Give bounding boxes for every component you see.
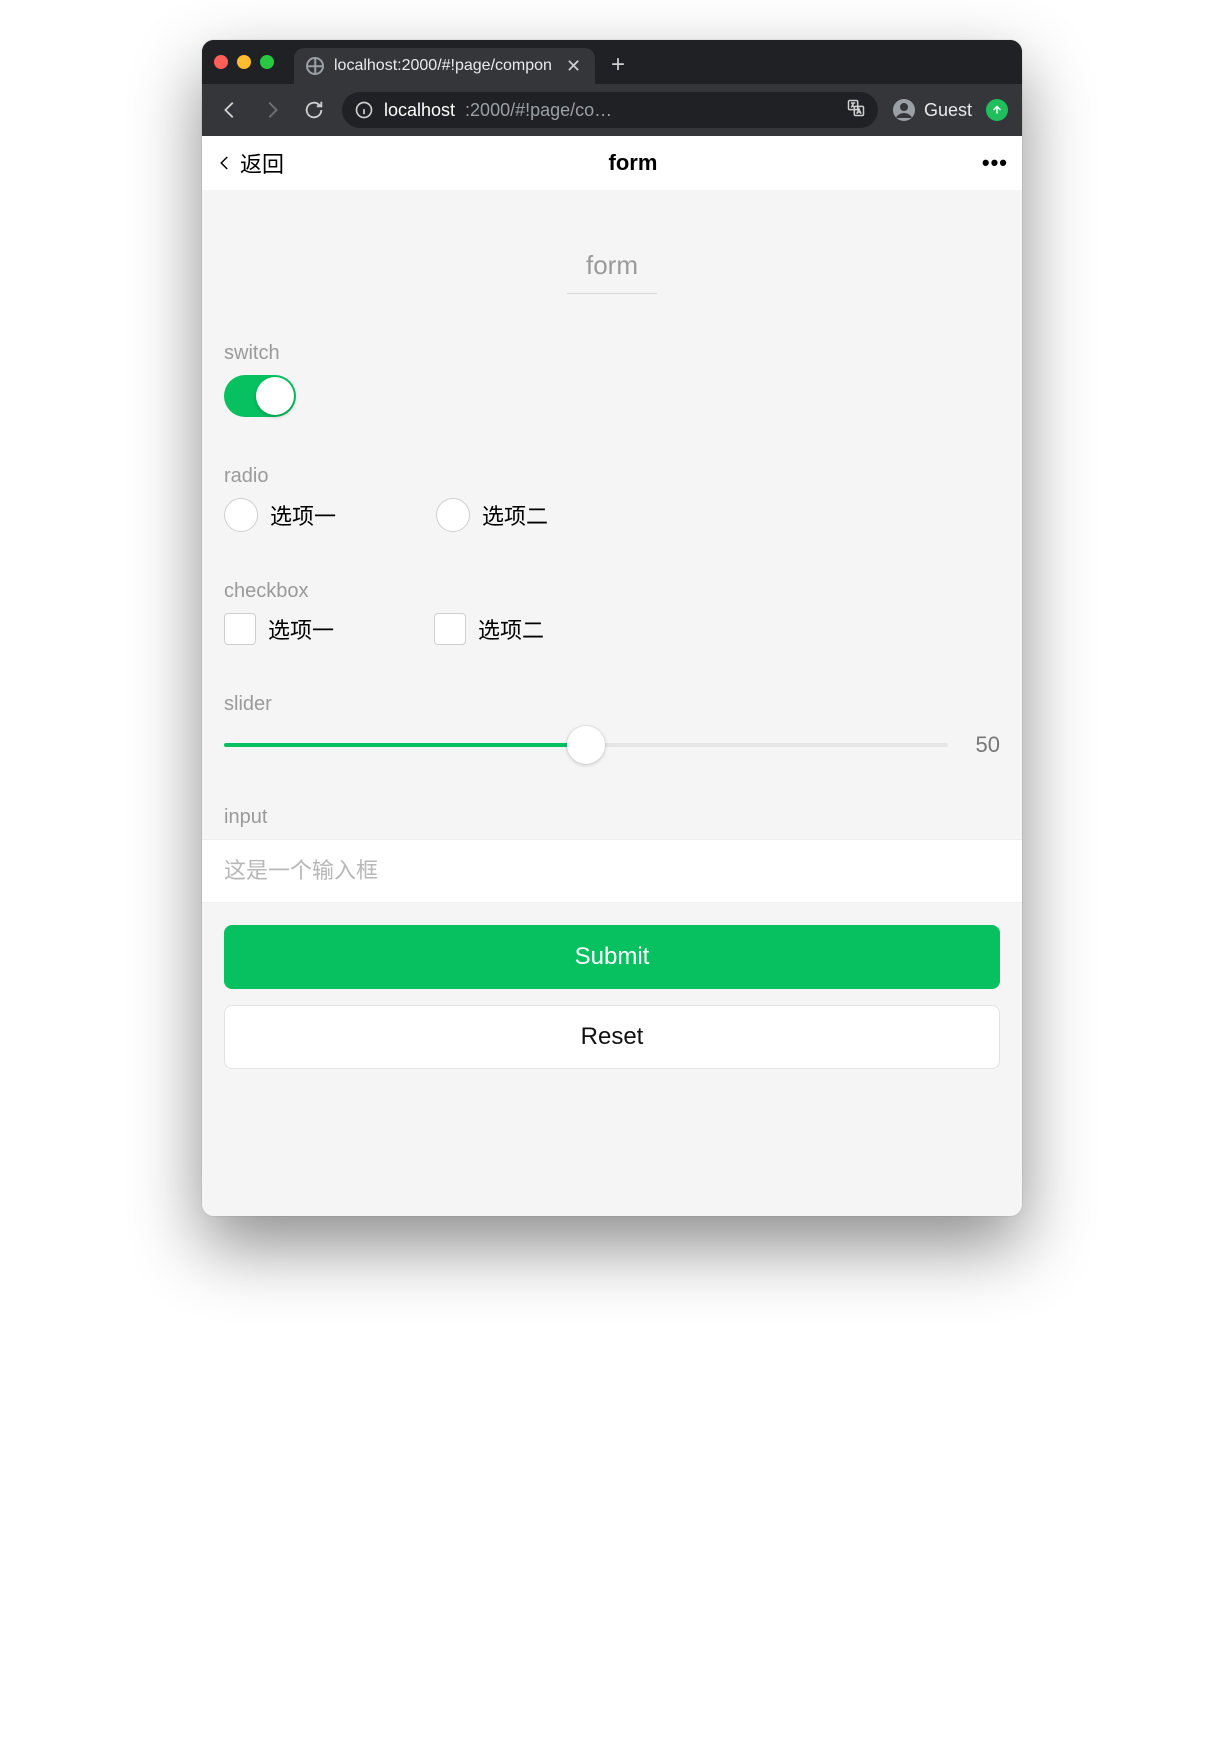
reload-button[interactable] bbox=[300, 99, 328, 121]
slider-section: slider 50 bbox=[202, 693, 1022, 758]
slider-fill bbox=[224, 743, 586, 747]
navbar-back-button[interactable]: 返回 bbox=[216, 147, 284, 179]
url-host: localhost bbox=[384, 100, 455, 121]
extension-icon[interactable] bbox=[986, 99, 1008, 121]
navbar-more-icon[interactable]: ••• bbox=[982, 150, 1008, 176]
traffic-close-icon[interactable] bbox=[214, 55, 228, 69]
radio-option-label: 选项二 bbox=[482, 499, 548, 531]
profile-label: Guest bbox=[924, 100, 972, 121]
switch-section: switch bbox=[202, 342, 1022, 417]
text-input[interactable] bbox=[202, 840, 1022, 902]
checkbox-option-label: 选项一 bbox=[268, 613, 334, 645]
checkbox-section: checkbox 选项一 选项二 bbox=[202, 580, 1022, 645]
page-content: 返回 form ••• form switch radio 选项一 bbox=[202, 136, 1022, 1216]
slider-knob[interactable] bbox=[567, 726, 605, 764]
tab-close-icon[interactable]: ✕ bbox=[562, 55, 585, 77]
input-label: input bbox=[202, 806, 1022, 829]
page-title: form bbox=[202, 250, 1022, 281]
slider-label: slider bbox=[224, 693, 1000, 716]
site-info-icon[interactable] bbox=[354, 100, 374, 120]
page-title-underline bbox=[567, 293, 657, 294]
button-area: Submit Reset bbox=[202, 903, 1022, 1091]
checkbox-icon bbox=[224, 613, 256, 645]
mini-program-navbar: 返回 form ••• bbox=[202, 136, 1022, 190]
browser-toolbar: localhost :2000/#!page/co… Guest bbox=[202, 84, 1022, 136]
switch-knob bbox=[256, 377, 294, 415]
radio-option-1[interactable]: 选项一 bbox=[224, 498, 336, 532]
reset-button-label: Reset bbox=[581, 1023, 644, 1051]
checkbox-option-2[interactable]: 选项二 bbox=[434, 613, 544, 645]
browser-window: localhost:2000/#!page/compon ✕ + localho… bbox=[202, 40, 1022, 1216]
traffic-zoom-icon[interactable] bbox=[260, 55, 274, 69]
back-button[interactable] bbox=[216, 99, 244, 121]
input-section: input bbox=[202, 806, 1022, 903]
radio-icon bbox=[436, 498, 470, 532]
window-controls bbox=[214, 55, 274, 69]
radio-section: radio 选项一 选项二 bbox=[202, 465, 1022, 532]
radio-label: radio bbox=[224, 465, 1000, 488]
checkbox-option-1[interactable]: 选项一 bbox=[224, 613, 334, 645]
submit-button-label: Submit bbox=[575, 943, 650, 971]
checkbox-label: checkbox bbox=[224, 580, 1000, 603]
profile-chip[interactable]: Guest bbox=[892, 98, 972, 122]
switch-toggle[interactable] bbox=[224, 375, 296, 417]
traffic-minimize-icon[interactable] bbox=[237, 55, 251, 69]
checkbox-icon bbox=[434, 613, 466, 645]
slider-track[interactable] bbox=[224, 743, 948, 747]
browser-tab[interactable]: localhost:2000/#!page/compon ✕ bbox=[294, 48, 595, 84]
browser-chrome: localhost:2000/#!page/compon ✕ + localho… bbox=[202, 40, 1022, 136]
new-tab-button[interactable]: + bbox=[605, 53, 631, 77]
avatar-icon bbox=[892, 98, 916, 122]
input-wrap bbox=[202, 839, 1022, 903]
navbar-back-label: 返回 bbox=[240, 147, 284, 179]
url-path: :2000/#!page/co… bbox=[465, 100, 612, 121]
switch-label: switch bbox=[224, 342, 1000, 365]
radio-option-label: 选项一 bbox=[270, 499, 336, 531]
radio-icon bbox=[224, 498, 258, 532]
checkbox-option-label: 选项二 bbox=[478, 613, 544, 645]
address-bar[interactable]: localhost :2000/#!page/co… bbox=[342, 92, 878, 128]
forward-button[interactable] bbox=[258, 99, 286, 121]
radio-option-2[interactable]: 选项二 bbox=[436, 498, 548, 532]
submit-button[interactable]: Submit bbox=[224, 925, 1000, 989]
tab-title: localhost:2000/#!page/compon bbox=[334, 57, 552, 75]
globe-icon bbox=[306, 57, 324, 75]
translate-icon[interactable] bbox=[846, 98, 866, 123]
slider-value: 50 bbox=[966, 732, 1000, 758]
navbar-title: form bbox=[609, 150, 658, 176]
tab-strip: localhost:2000/#!page/compon ✕ + bbox=[202, 40, 1022, 84]
reset-button[interactable]: Reset bbox=[224, 1005, 1000, 1069]
